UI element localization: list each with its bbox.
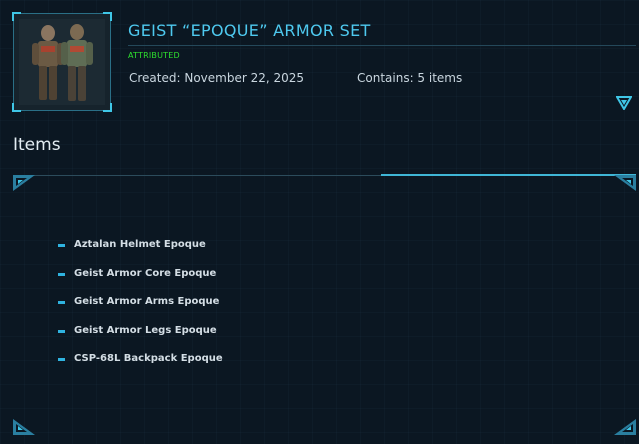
title-divider	[128, 45, 636, 46]
bullet-icon	[58, 244, 65, 247]
created-date: Created: November 22, 2025	[129, 71, 305, 85]
items-section-title: Items	[13, 135, 61, 155]
panel-corner-icon	[13, 419, 35, 435]
expand-button[interactable]	[615, 95, 633, 111]
bullet-icon	[58, 358, 65, 361]
panel-corner-icon	[614, 175, 636, 191]
item-label: Geist Armor Core Epoque	[74, 267, 217, 279]
armor-set-thumbnail[interactable]	[12, 12, 112, 112]
items-list: Aztalan Helmet Epoque Geist Armor Core E…	[58, 239, 223, 382]
bullet-icon	[58, 301, 65, 304]
list-item[interactable]: Geist Armor Core Epoque	[58, 268, 223, 297]
bullet-icon	[58, 272, 65, 276]
item-label: CSP-68L Backpack Epoque	[74, 353, 223, 364]
armor-set-image	[19, 19, 105, 105]
item-label: Geist Armor Legs Epoque	[74, 324, 217, 336]
panel-corner-icon	[614, 419, 636, 435]
panel-top-accent	[381, 174, 636, 176]
item-label: Aztalan Helmet Epoque	[74, 239, 206, 250]
list-item[interactable]: Aztalan Helmet Epoque	[58, 239, 223, 268]
list-item[interactable]: Geist Armor Legs Epoque	[58, 325, 223, 354]
list-item[interactable]: Geist Armor Arms Epoque	[58, 296, 223, 325]
bullet-icon	[58, 329, 65, 333]
item-count: Contains: 5 items	[357, 71, 463, 85]
item-label: Geist Armor Arms Epoque	[74, 296, 220, 307]
chevron-down-icon	[615, 96, 633, 111]
status-badge: ATTRIBUTED	[128, 51, 180, 60]
panel-corner-icon	[13, 175, 35, 191]
list-item[interactable]: CSP-68L Backpack Epoque	[58, 353, 223, 382]
page-title: GEIST “EPOQUE” ARMOR SET	[128, 21, 371, 40]
